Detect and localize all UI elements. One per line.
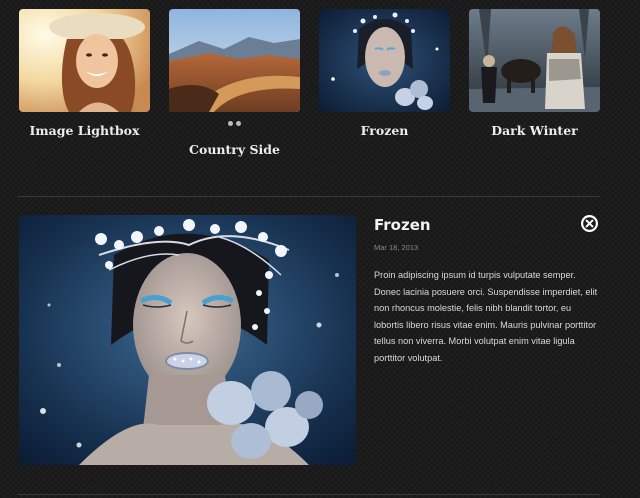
loading-dot: [228, 121, 233, 126]
thumb-frozen: [319, 9, 450, 112]
thumb-country-side: [169, 9, 300, 112]
detail-title: Frozen: [374, 216, 431, 234]
section-divider-bottom: [18, 494, 600, 495]
detail-description: Proin adipiscing ipsum id turpis vulputa…: [374, 270, 598, 363]
thumb-image-lightbox: [19, 9, 150, 112]
close-button[interactable]: [581, 215, 598, 232]
gallery-thumb-country-side[interactable]: [169, 9, 300, 112]
close-circle-icon: [581, 215, 598, 232]
thumb-dark-winter: [469, 9, 600, 112]
detail-date: Mar 18, 2013: [374, 243, 419, 252]
gallery-thumb-frozen[interactable]: [319, 9, 450, 112]
section-divider: [18, 196, 600, 197]
detail-image-frozen: [19, 215, 356, 465]
gallery-caption[interactable]: Frozen: [319, 123, 450, 138]
gallery-caption[interactable]: Image Lightbox: [19, 123, 150, 138]
gallery-thumb-image-lightbox[interactable]: [19, 9, 150, 112]
gallery-thumb-dark-winter[interactable]: [469, 9, 600, 112]
gallery-caption[interactable]: Dark Winter: [469, 123, 600, 138]
loading-dots-icon: [228, 121, 244, 127]
detail-image: [19, 215, 356, 465]
gallery-caption[interactable]: Country Side: [169, 142, 300, 157]
loading-dot: [236, 121, 241, 126]
